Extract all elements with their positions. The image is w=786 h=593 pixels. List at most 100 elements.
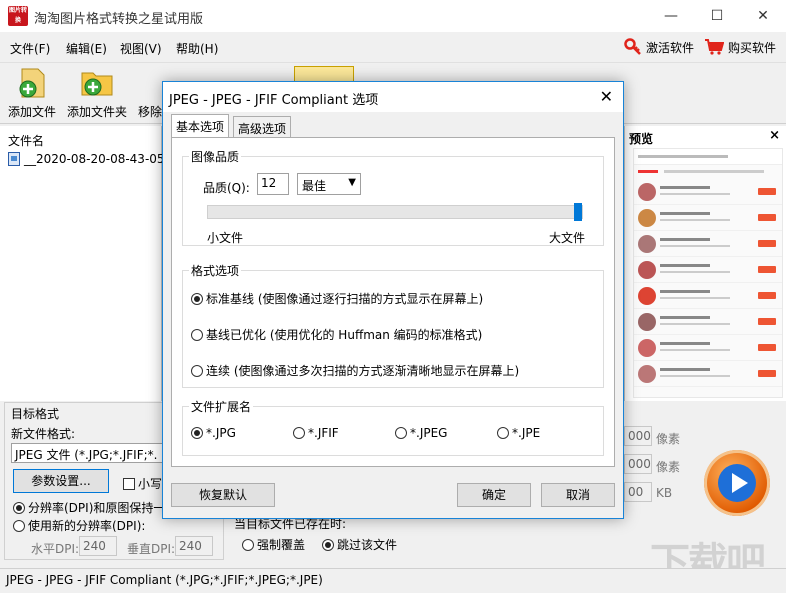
size-kb-input[interactable]: 00: [624, 482, 652, 502]
play-icon: [718, 464, 756, 502]
h-dpi-input[interactable]: 240: [79, 536, 117, 556]
ext-jpe-radio[interactable]: *.JPE: [497, 426, 540, 440]
lowercase-checkbox[interactable]: 小写: [123, 475, 162, 492]
minimize-button[interactable]: —: [648, 0, 694, 32]
ext-jpeg-label: *.JPEG: [410, 426, 448, 440]
format-options-group: 格式选项 标准基线 (使图像通过逐行扫描的方式显示在屏幕上) 基线已优化 (使用…: [182, 262, 604, 388]
lowercase-check-icon: [123, 477, 135, 490]
radio-unchecked-icon: [13, 519, 25, 532]
activate-button[interactable]: 激活软件: [624, 36, 694, 58]
quality-preset-select[interactable]: 最佳 ▼: [297, 173, 361, 195]
start-convert-button[interactable]: [704, 450, 770, 516]
shopping-cart-icon: [705, 39, 724, 55]
ext-jpe-label: *.JPE: [512, 426, 541, 440]
quality-slider-thumb[interactable]: [574, 203, 582, 221]
file-extension-group: 文件扩展名 *.JPG *.JFIF *.JPEG *.JPE: [182, 398, 604, 456]
list-item[interactable]: __2020-08-20-08-43-05: [8, 152, 165, 166]
extension-group-title: 文件扩展名: [189, 398, 254, 415]
jpeg-options-dialog: JPEG - JPEG - JFIF Compliant 选项 ✕ 基本选项 高…: [162, 81, 624, 519]
optimized-label: 基线已优化 (使用优化的 Huffman 编码的标准格式): [206, 328, 483, 342]
radio-unchecked-icon: [242, 538, 254, 551]
menu-edit[interactable]: 编辑(E): [66, 40, 107, 57]
ext-jfif-radio[interactable]: *.JFIF: [293, 426, 339, 440]
keep-dpi-label: 分辨率(DPI)和原图保持一: [28, 501, 166, 515]
status-text: JPEG - JPEG - JFIF Compliant (*.JPG;*.JF…: [6, 573, 323, 587]
quality-preset-value: 最佳: [302, 179, 327, 193]
menu-file[interactable]: 文件(F): [10, 40, 50, 57]
new-format-label: 新文件格式:: [11, 427, 76, 441]
add-folder-label: 添加文件夹: [66, 105, 127, 119]
size-kb-unit: KB: [656, 486, 673, 500]
format-select[interactable]: JPEG 文件 (*.JPG;*.JFIF;*.: [11, 443, 167, 463]
preview-panel: 预览 ×: [624, 126, 786, 401]
preview-image: [633, 148, 783, 398]
ext-jfif-label: *.JFIF: [308, 426, 339, 440]
radio-unchecked-icon: [497, 427, 509, 439]
close-window-button[interactable]: ✕: [740, 0, 786, 32]
small-file-label: 小文件: [207, 231, 244, 245]
restore-defaults-button[interactable]: 恢复默认: [171, 483, 275, 507]
chevron-down-icon: ▼: [348, 177, 356, 188]
progressive-label: 连续 (使图像通过多次扫描的方式逐渐清晰地显示在屏幕上): [206, 364, 520, 378]
height-input[interactable]: 000: [624, 454, 652, 474]
tab-advanced[interactable]: 高级选项: [233, 116, 292, 138]
file-list[interactable]: 文件名 __2020-08-20-08-43-05: [0, 126, 165, 401]
radio-unchecked-icon: [395, 427, 407, 439]
dialog-close-button[interactable]: ✕: [600, 87, 613, 106]
ok-button[interactable]: 确定: [457, 483, 531, 507]
remove-label: 移除: [138, 105, 162, 119]
radio-checked-icon: [322, 538, 334, 551]
add-file-button[interactable]: 添加文件: [6, 67, 58, 121]
radio-checked-icon: [191, 292, 203, 305]
ext-jpeg-radio[interactable]: *.JPEG: [395, 426, 447, 440]
quality-input[interactable]: 12: [257, 173, 289, 195]
new-dpi-radio[interactable]: 使用新的分辨率(DPI):: [13, 517, 145, 534]
skip-label: 跳过该文件: [337, 538, 398, 552]
menu-view[interactable]: 视图(V): [120, 40, 162, 57]
window-title: 淘淘图片格式转换之星试用版: [34, 12, 204, 27]
buy-button[interactable]: 购买软件: [704, 36, 776, 58]
dialog-title: JPEG - JPEG - JFIF Compliant 选项: [169, 93, 379, 108]
add-folder-button[interactable]: 添加文件夹: [64, 67, 130, 121]
cancel-button[interactable]: 取消: [541, 483, 615, 507]
preview-title: 预览: [629, 132, 654, 146]
quality-slider[interactable]: [207, 203, 583, 221]
remove-button[interactable]: 移除: [138, 67, 162, 121]
remove-icon: [138, 67, 162, 99]
quality-group: 图像品质 品质(Q): 12 最佳 ▼ 小文件 大文件: [182, 148, 604, 246]
status-bar: JPEG - JPEG - JFIF Compliant (*.JPG;*.JF…: [0, 568, 786, 593]
params-button[interactable]: 参数设置...: [13, 469, 109, 493]
radio-unchecked-icon: [191, 364, 203, 377]
quality-group-title: 图像品质: [189, 148, 242, 165]
quality-label: 品质(Q):: [203, 181, 250, 195]
ext-jpg-radio[interactable]: *.JPG: [191, 426, 236, 440]
file-name-column-header[interactable]: 文件名: [8, 132, 44, 149]
radio-checked-icon: [13, 501, 25, 514]
radio-checked-icon: [191, 427, 203, 439]
lowercase-label: 小写: [138, 477, 163, 491]
v-dpi-input[interactable]: 240: [175, 536, 213, 556]
maximize-button[interactable]: ☐: [694, 0, 740, 32]
keep-dpi-radio[interactable]: 分辨率(DPI)和原图保持一: [13, 499, 165, 516]
add-folder-icon: [79, 67, 115, 99]
dialog-title-bar: JPEG - JPEG - JFIF Compliant 选项 ✕: [163, 82, 623, 112]
optimized-radio[interactable]: 基线已优化 (使用优化的 Huffman 编码的标准格式): [191, 326, 482, 343]
format-group-title: 格式选项: [189, 262, 242, 279]
large-file-label: 大文件: [549, 231, 586, 245]
overwrite-label: 强制覆盖: [257, 538, 306, 552]
overwrite-radio[interactable]: 强制覆盖: [242, 536, 305, 553]
progressive-radio[interactable]: 连续 (使图像通过多次扫描的方式逐渐清晰地显示在屏幕上): [191, 362, 519, 379]
width-input[interactable]: 000: [624, 426, 652, 446]
baseline-radio[interactable]: 标准基线 (使图像通过逐行扫描的方式显示在屏幕上): [191, 290, 483, 307]
add-file-label: 添加文件: [7, 105, 56, 119]
ext-jpg-label: *.JPG: [206, 426, 236, 440]
tab-basic[interactable]: 基本选项: [171, 114, 230, 137]
preview-close-icon[interactable]: ×: [769, 128, 780, 143]
width-unit: 像素: [656, 432, 681, 446]
menu-help[interactable]: 帮助(H): [176, 40, 218, 57]
skip-radio[interactable]: 跳过该文件: [322, 536, 397, 553]
key-icon: [624, 38, 641, 55]
title-bar: 图片转换 淘淘图片格式转换之星试用版 — ☐ ✕: [0, 0, 786, 32]
file-name: __2020-08-20-08-43-05: [24, 152, 165, 166]
buy-label: 购买软件: [728, 40, 777, 55]
